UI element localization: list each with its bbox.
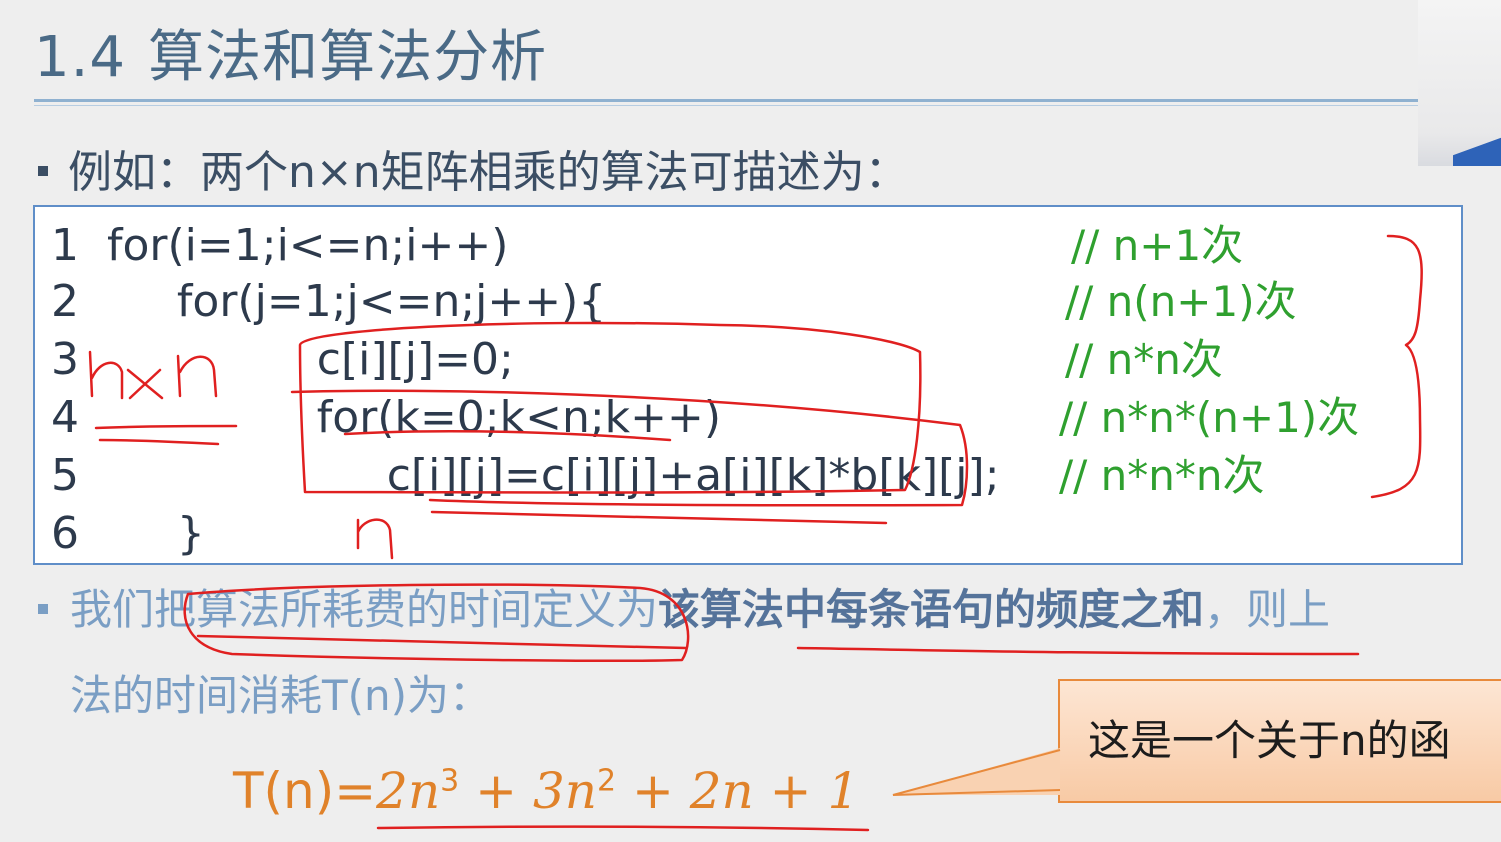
definition-bullet: 我们把算法所耗费的时间定义为该算法中每条语句的频度之和，则上	[38, 578, 1330, 642]
line-number: 4	[51, 392, 79, 443]
code-comment: // n*n*(n+1)次	[1059, 393, 1360, 442]
time-formula: T(n)=2n3 + 3n2 + 2n + 1	[233, 758, 859, 824]
definition-emphasis: 该算法中每条语句的频度之和	[658, 585, 1205, 634]
title-underline-thin	[34, 105, 1418, 106]
code-text: for(i=1;i<=n;i++)	[107, 220, 509, 271]
code-comment: // n*n*n次	[1059, 451, 1265, 500]
definition-continuation: 法的时间消耗T(n)为：	[70, 671, 492, 720]
code-comment: // n+1次	[1071, 221, 1244, 270]
code-line: 2 for(j=1;j<=n;j++){	[51, 273, 606, 331]
line-number: 5	[51, 450, 79, 501]
definition-text: 我们把算法所耗费的时间定义为	[70, 585, 659, 634]
formula-op: +	[616, 762, 690, 820]
slide-title: 1.4 算法和算法分析	[34, 22, 547, 94]
callout-text: 这是一个关于n的函	[1088, 716, 1451, 765]
callout-pointer-edge	[892, 749, 1061, 796]
code-line: 1 for(i=1;i<=n;i++)	[51, 217, 508, 275]
code-comment: // n*n次	[1065, 335, 1223, 384]
line-number: 6	[51, 508, 79, 559]
code-line: 5 c[i][j]=c[i][j]+a[i][k]*b[k][j];	[51, 447, 1000, 505]
callout-pointer	[893, 748, 1060, 795]
code-text: c[i][j]=0;	[107, 334, 514, 385]
line-number: 1	[51, 220, 79, 271]
webcam-overlay	[1418, 0, 1501, 166]
title-text: 算法和算法分析	[148, 25, 548, 90]
intro-text: 例如：两个n×n矩阵相乘的算法可描述为：	[68, 147, 909, 198]
formula-op: +	[753, 762, 828, 820]
code-text: for(k=0;k<n;k++)	[107, 392, 722, 443]
formula-term: 1	[827, 762, 860, 820]
webcam-shirt	[1453, 136, 1501, 166]
code-line: 4 for(k=0;k<n;k++)	[51, 389, 721, 447]
formula-term: 2n	[376, 762, 441, 820]
formula-underline	[376, 825, 870, 832]
title-underline	[34, 99, 1418, 102]
intro-bullet: 例如：两个n×n矩阵相乘的算法可描述为：	[38, 140, 909, 206]
code-block: 1 for(i=1;i<=n;i++) 2 for(j=1;j<=n;j++){ …	[33, 205, 1463, 565]
line-number: 3	[51, 334, 79, 385]
code-text: for(j=1;j<=n;j++){	[107, 276, 607, 327]
bullet-icon	[38, 603, 48, 614]
code-comment: // n(n+1)次	[1065, 277, 1297, 326]
formula-lhs: T(n)=	[233, 762, 377, 820]
formula-term: 2n	[689, 762, 754, 820]
code-line: 6 }	[51, 505, 205, 563]
code-line: 3 c[i][j]=0;	[51, 331, 514, 389]
section-number: 1.4	[34, 25, 127, 90]
emphasis-underline	[796, 646, 1360, 656]
formula-term: 3n	[532, 762, 597, 820]
formula-exponent: 3	[440, 763, 460, 799]
code-text: }	[107, 508, 205, 559]
code-text: c[i][j]=c[i][j]+a[i][k]*b[k][j];	[107, 450, 1000, 501]
definition-tail: ，则上	[1204, 585, 1331, 634]
slide: 1.4 算法和算法分析 例如：两个n×n矩阵相乘的算法可描述为： 1 for(i=1…	[0, 0, 1501, 842]
line-number: 2	[51, 276, 79, 327]
formula-op: +	[459, 762, 533, 820]
bullet-icon	[38, 166, 48, 176]
formula-exponent: 2	[596, 763, 617, 799]
